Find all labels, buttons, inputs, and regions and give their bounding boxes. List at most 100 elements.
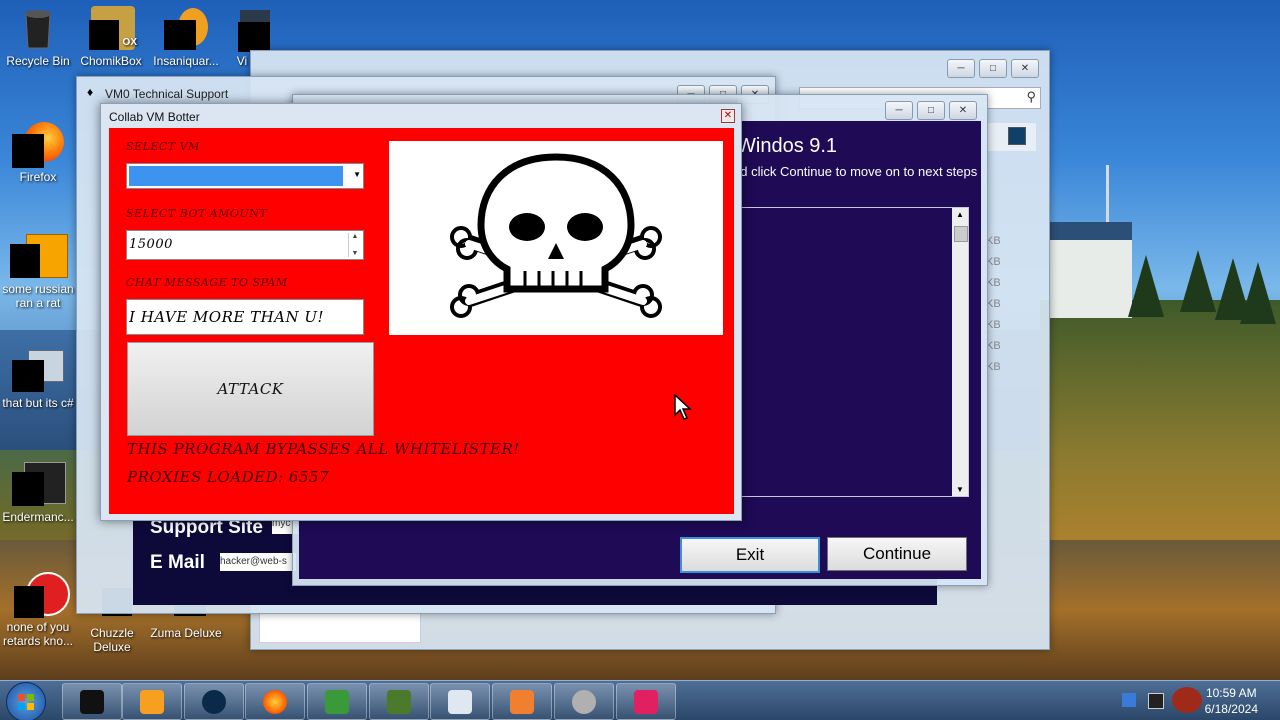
scroll-up-icon[interactable]: ▲ [956,210,964,219]
close-button[interactable]: ✕ [1011,59,1039,78]
select-vm-label: SELECT VM [126,140,200,153]
select-vm-selected [129,166,343,186]
spin-up-icon[interactable]: ▲ [352,233,359,240]
terminal-icon [80,689,104,714]
desktop-icon-chomikbox[interactable]: OX ChomikBox [73,6,149,68]
desktop-icon-label: Recycle Bin [6,54,70,68]
window-stack-icon [12,348,64,392]
select-vm-combobox[interactable]: ▼ [126,163,364,189]
scroll-down-icon[interactable]: ▼ [956,485,964,494]
clock-date: 6/18/2024 [1204,702,1258,716]
minimize-button[interactable]: ─ [885,101,913,120]
maximize-button[interactable]: □ [917,101,945,120]
toolbar-area [986,123,1036,151]
exit-button[interactable]: Exit [680,537,820,573]
desktop-icon-none-of-you[interactable]: none of you retards kno... [0,572,76,648]
botter-panel: SELECT VM ▼ SELECT BOT AMOUNT 15000 ▲ ▼ … [109,128,734,514]
taskbar: 10:59 AM 6/18/2024 [0,680,1280,720]
taskbar-item-media-player[interactable] [122,683,182,720]
desktop-icon-firefox[interactable]: Firefox [0,122,76,184]
taskbar-item-globe[interactable] [184,683,244,720]
desktop-icon-endermanch[interactable]: Endermanc... [0,462,76,524]
taskbar-item-firefox[interactable] [245,683,305,720]
clock-time: 10:59 AM [1205,686,1257,700]
taskbar-item-botter[interactable] [616,683,676,720]
maximize-button[interactable]: □ [979,59,1007,78]
taskbar-item-terminal[interactable] [62,683,122,720]
scroll-thumb[interactable] [954,226,968,242]
clock[interactable]: 10:59 AM 6/18/2024 [1205,685,1258,717]
stepper-arrows[interactable]: ▲ ▼ [348,233,361,257]
bot-amount-value: 15000 [129,237,173,252]
tree [1128,255,1164,317]
chat-message-label: CHAT MESSAGE TO SPAM [126,276,288,289]
bypass-notice: THIS PROGRAM BYPASSES ALL WHITELISTER! [127,440,520,458]
document-icon [10,234,68,278]
support-window-title: VM0 Technical Support [105,87,229,101]
tree [1240,262,1276,324]
installer-subtext: nd click Continue to move on to next ste… [733,164,978,179]
firefox-icon [263,689,287,714]
close-button[interactable]: ✕ [949,101,977,120]
email-field[interactable]: hacker@web-s [220,553,296,571]
desktop-icon-label: Zuma Deluxe [150,626,222,640]
taskbar-item-support[interactable] [430,683,490,720]
chat-message-input[interactable]: I HAVE MORE THAN U! [126,299,364,335]
installer-list[interactable]: ▲ ▼ [739,207,969,497]
spin-down-icon[interactable]: ▼ [352,250,359,257]
chomikbox-icon: OX [89,6,137,50]
file-size: KB [986,340,1001,352]
desktop-icon-insaniquarium[interactable]: Insaniquar... [148,6,224,68]
media-player-icon [140,689,164,714]
search-icon: ⚲ [1026,89,1036,104]
taskbar-item-minecraft[interactable] [369,683,429,720]
skull-image [389,141,723,335]
taskbar-item-users[interactable] [307,683,367,720]
desktop-icon-label: some russian ran a rat [2,282,74,310]
stop-icon [14,572,70,618]
desktop-icon-label: Insaniquar... [153,54,219,68]
desktop-icon-label: that but its c# [2,396,74,410]
app-icon[interactable] [1008,127,1026,145]
notepad-icon [12,462,66,506]
installer-heading: Windos 9.1 [737,135,838,157]
continue-button[interactable]: Continue [827,537,967,571]
bot-amount-stepper[interactable]: 15000 ▲ ▼ [126,230,364,260]
desktop-icon-that-but-its-csharp[interactable]: that but its c# [0,348,76,410]
desktop-icon-label: Firefox [19,170,57,184]
botter-app-icon [634,689,658,714]
tray-bird-icon[interactable] [1172,687,1202,713]
support-person-icon [448,689,472,714]
tree [1180,250,1216,312]
fish-icon [164,6,208,50]
bot-amount-label: SELECT BOT AMOUNT [126,207,268,220]
minimize-button[interactable]: ─ [947,59,975,78]
windows-logo-icon [18,694,34,710]
tray-monitor-icon[interactable] [1148,693,1164,709]
chevron-down-icon[interactable]: ▼ [353,170,361,179]
firefox-icon [12,122,64,168]
taskbar-item-folders[interactable] [492,683,552,720]
scrollbar[interactable]: ▲ ▼ [952,208,968,496]
attack-button[interactable]: ATTACK [127,342,374,436]
desktop-icon-recycle-bin[interactable]: Recycle Bin [0,6,76,68]
file-size: KB [986,319,1001,331]
desktop-icon-label: Chuzzle Deluxe [90,626,134,654]
desktop-icon-label: ChomikBox [80,54,142,68]
taskbar-item-gear[interactable] [554,683,614,720]
globe-icon [202,689,226,714]
lighthouse-house [1050,222,1132,318]
status-area [259,611,421,643]
back-window-controls: ─ □ ✕ [947,59,1039,78]
support-app-icon: ♦ [87,85,94,99]
botter-window-title: Collab VM Botter [109,110,200,124]
email-label: E Mail [150,552,205,573]
start-button[interactable] [6,682,46,720]
botter-window[interactable]: Collab VM Botter ✕ SELECT VM ▼ SELECT BO… [100,103,742,521]
tray-network-icon[interactable] [1122,693,1136,707]
desktop-icon-label: Endermanc... [2,510,74,524]
vi-icon [222,6,270,52]
close-button[interactable]: ✕ [721,109,735,123]
gear-icon [572,689,596,714]
desktop-icon-russian-rat[interactable]: some russian ran a rat [0,234,76,310]
